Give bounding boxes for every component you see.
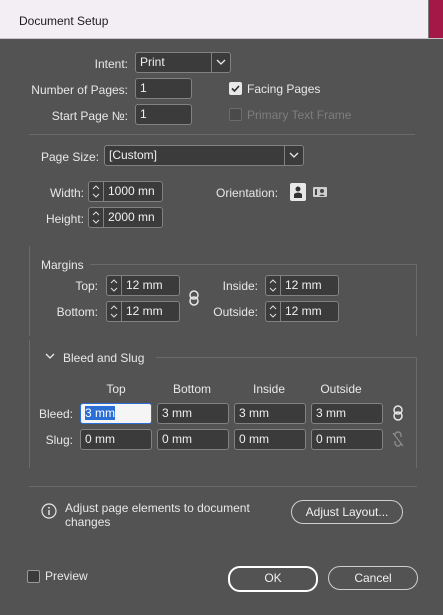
bleed-slug-collapse-toggle[interactable] xyxy=(44,350,56,362)
background-window-accent xyxy=(429,0,443,38)
page-size-label: Page Size: xyxy=(41,150,100,164)
info-text-line2: changes xyxy=(65,515,111,529)
margin-outside-stepper[interactable] xyxy=(265,301,280,322)
facing-pages-checkbox[interactable] xyxy=(229,82,242,95)
divider xyxy=(29,486,417,487)
preview-label: Preview xyxy=(45,569,88,583)
bleed-inside-input[interactable]: 3 mm xyxy=(234,403,306,424)
margin-inside-stepper[interactable] xyxy=(265,275,280,296)
chevron-down-icon xyxy=(289,152,299,158)
stepper-arrows-icon xyxy=(110,279,118,292)
height-stepper[interactable] xyxy=(88,207,103,228)
margin-bottom-input[interactable]: 12 mm xyxy=(121,301,180,322)
chain-link-icon xyxy=(189,290,199,306)
bleed-slug-title: Bleed and Slug xyxy=(63,351,145,365)
title-bar: Document Setup xyxy=(0,0,443,39)
intent-label: Intent: xyxy=(94,57,128,71)
bleed-slug-group-border xyxy=(416,357,417,468)
chevron-down-icon xyxy=(45,353,55,359)
margin-inside-input[interactable]: 12 mm xyxy=(280,275,339,296)
orientation-label: Orientation: xyxy=(216,186,279,200)
facing-pages-label: Facing Pages xyxy=(247,82,321,96)
landscape-icon xyxy=(313,187,327,197)
width-input[interactable]: 1000 mn xyxy=(103,181,163,202)
slug-top-input[interactable]: 0 mm xyxy=(80,429,152,450)
margins-link-button[interactable] xyxy=(187,289,201,307)
margin-top-stepper[interactable] xyxy=(106,275,121,296)
stepper-arrows-icon xyxy=(92,185,100,198)
margin-outside-input[interactable]: 12 mm xyxy=(280,301,339,322)
margin-outside-label: Outside: xyxy=(213,305,258,319)
slug-label: Slug: xyxy=(45,433,73,447)
info-text-line1: Adjust page elements to document xyxy=(65,501,250,515)
height-label: Height: xyxy=(45,212,84,226)
stepper-arrows-icon xyxy=(269,279,277,292)
window-title: Document Setup xyxy=(19,14,109,28)
margin-top-input[interactable]: 12 mm xyxy=(121,275,180,296)
info-icon xyxy=(41,503,57,519)
bleed-top-value: 3 mm xyxy=(85,406,115,420)
start-page-label: Start Page №: xyxy=(51,109,128,123)
cancel-button[interactable]: Cancel xyxy=(328,566,418,590)
dropdown-divider xyxy=(211,53,212,72)
slug-unlink-button[interactable] xyxy=(391,430,405,448)
chain-link-icon xyxy=(393,405,403,421)
start-page-input[interactable]: 1 xyxy=(135,104,192,125)
margin-top-label: Top: xyxy=(75,279,98,293)
column-header-top: Top xyxy=(106,382,126,396)
margin-inside-label: Inside: xyxy=(222,279,258,293)
chevron-down-icon xyxy=(216,59,226,65)
primary-text-frame-label: Primary Text Frame xyxy=(247,108,352,122)
stepper-arrows-icon xyxy=(110,305,118,318)
column-header-inside: Inside xyxy=(252,382,286,396)
margins-group-border xyxy=(29,246,30,336)
bleed-link-button[interactable] xyxy=(391,404,405,422)
column-header-bottom: Bottom xyxy=(172,382,211,396)
dropdown-divider xyxy=(284,146,285,165)
page-size-value: [Custom] xyxy=(109,148,158,162)
column-header-outside: Outside xyxy=(320,382,362,396)
bleed-label: Bleed: xyxy=(38,407,73,421)
broken-link-icon xyxy=(392,431,404,447)
intent-dropdown[interactable]: Print xyxy=(135,52,231,73)
height-input[interactable]: 2000 mn xyxy=(103,207,163,228)
width-stepper[interactable] xyxy=(88,181,103,202)
portrait-orientation-button[interactable] xyxy=(290,183,306,201)
margins-title: Margins xyxy=(41,258,84,272)
page-size-dropdown[interactable]: [Custom] xyxy=(104,145,304,166)
bleed-slug-divider xyxy=(156,357,417,358)
stepper-arrows-icon xyxy=(92,211,100,224)
bleed-bottom-input[interactable]: 3 mm xyxy=(157,403,229,424)
checkmark-icon xyxy=(231,85,240,93)
margins-divider xyxy=(90,264,417,265)
width-label: Width: xyxy=(49,186,84,200)
slug-inside-input[interactable]: 0 mm xyxy=(234,429,306,450)
margins-group-border xyxy=(416,264,417,336)
margin-bottom-label: Bottom: xyxy=(56,305,98,319)
adjust-layout-button[interactable]: Adjust Layout... xyxy=(291,500,403,524)
portrait-icon xyxy=(294,186,302,198)
stepper-arrows-icon xyxy=(269,305,277,318)
bleed-outside-input[interactable]: 3 mm xyxy=(311,403,383,424)
intent-value: Print xyxy=(140,55,165,69)
bleed-slug-group-border xyxy=(29,340,30,468)
preview-checkbox[interactable] xyxy=(27,570,40,583)
slug-outside-input[interactable]: 0 mm xyxy=(311,429,383,450)
landscape-orientation-button[interactable] xyxy=(312,184,328,200)
ok-button[interactable]: OK xyxy=(228,566,318,592)
divider xyxy=(29,134,415,135)
primary-text-frame-checkbox[interactable] xyxy=(229,108,242,121)
number-of-pages-input[interactable]: 1 xyxy=(135,78,192,99)
slug-bottom-input[interactable]: 0 mm xyxy=(157,429,229,450)
bleed-top-input[interactable]: 3 mm xyxy=(80,403,152,424)
number-of-pages-label: Number of Pages: xyxy=(31,83,128,97)
margin-bottom-stepper[interactable] xyxy=(106,301,121,322)
